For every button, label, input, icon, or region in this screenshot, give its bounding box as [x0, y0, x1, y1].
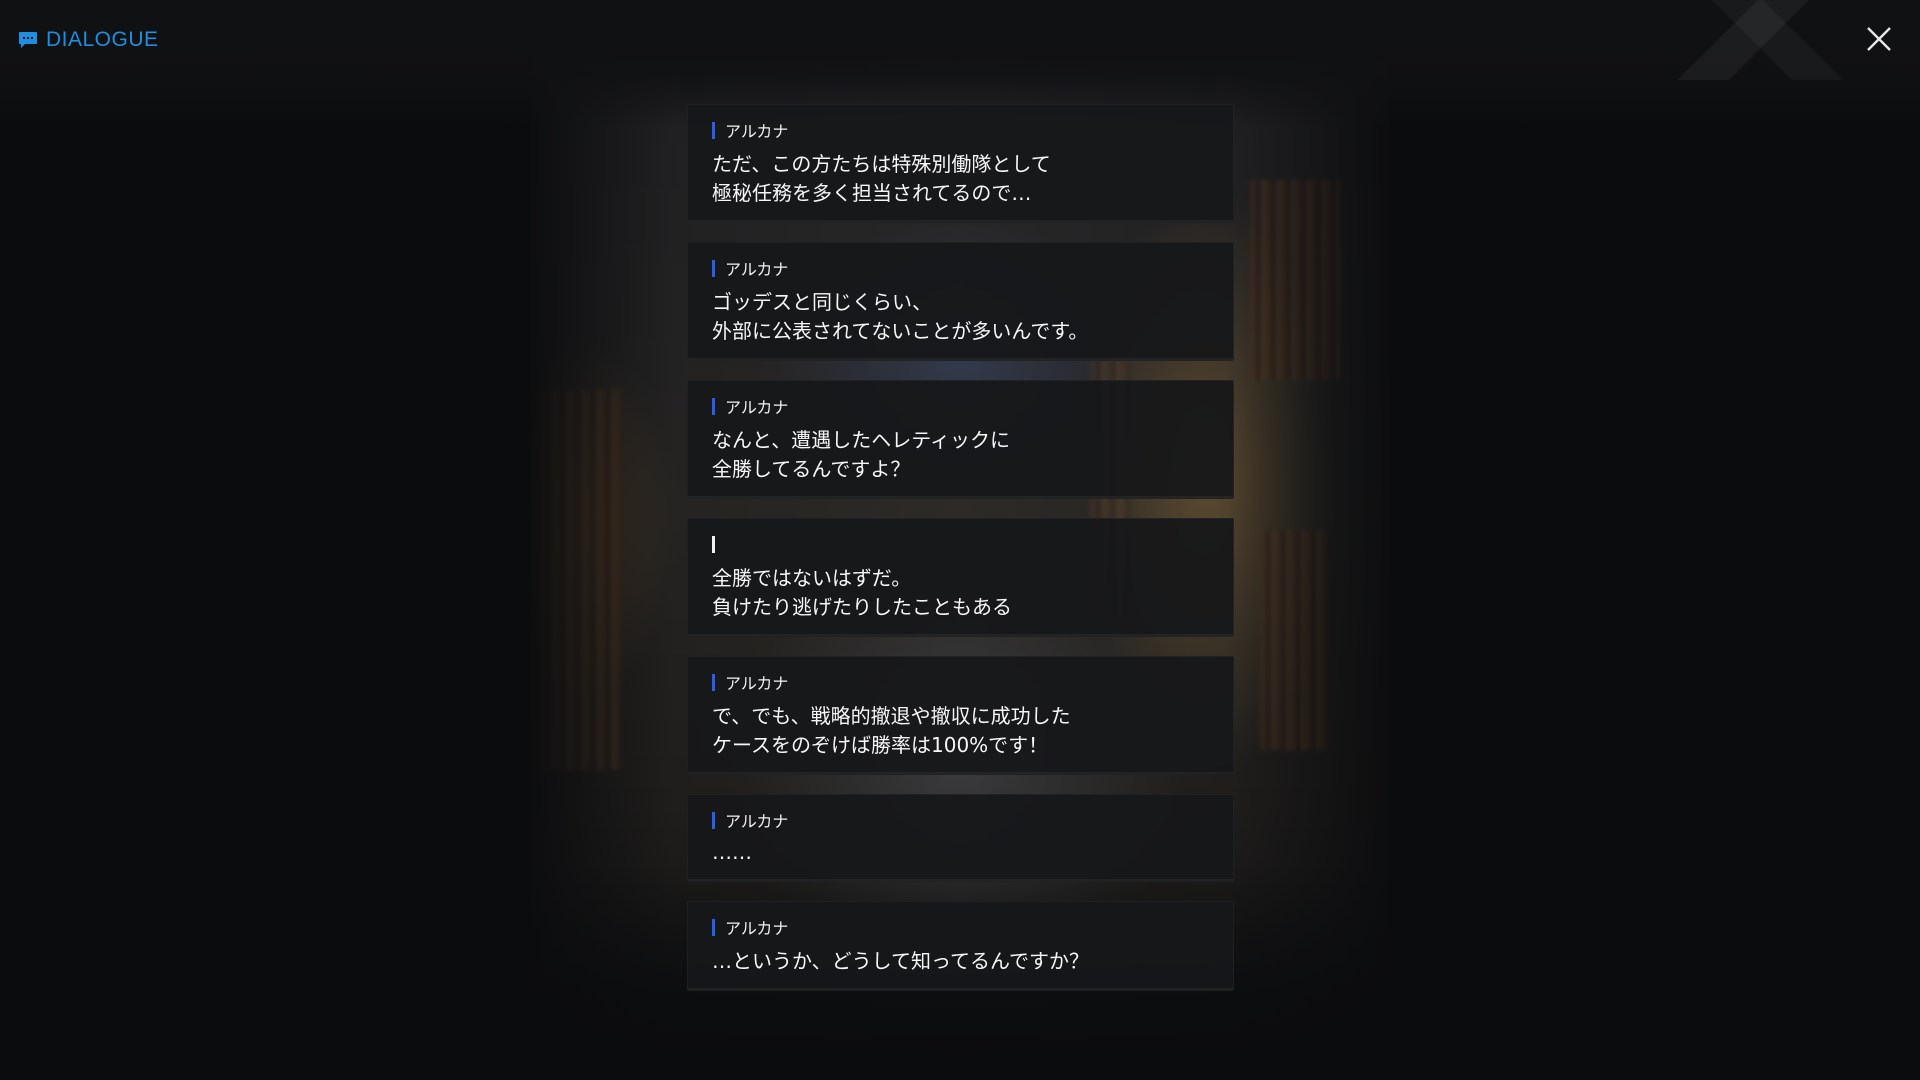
header-decoration: [1620, 0, 1880, 80]
speaker-marker: [712, 673, 715, 691]
dialogue-list[interactable]: アルカナ ただ、この方たちは特殊別働隊として 極秘任務を多く担当されてるので… …: [687, 104, 1234, 1010]
speaker-marker: [712, 811, 715, 829]
dialogue-line: ……: [712, 840, 752, 864]
dialogue-entry: アルカナ ……: [687, 794, 1234, 882]
dialogue-entry: アルカナ ゴッデスと同じくらい、 外部に公表されてないことが多いんです。: [687, 242, 1234, 361]
dialogue-line: 極秘任務を多く担当されてるので…: [712, 181, 1032, 205]
close-button[interactable]: [1864, 24, 1894, 54]
close-icon: [1867, 27, 1891, 51]
dialogue-entry: アルカナ ただ、この方たちは特殊別働隊として 極秘任務を多く担当されてるので…: [687, 104, 1234, 223]
speaker-name: アルカナ: [725, 919, 789, 938]
dialogue-entry: アルカナ なんと、遭遇したヘレティックに 全勝してるんですよ？: [687, 380, 1234, 499]
speaker-row: アルカナ: [712, 917, 1209, 938]
dialogue-line: ただ、この方たちは特殊別働隊として: [712, 152, 1051, 176]
dialogue-line: 負けたり逃げたりしたこともある: [712, 595, 1012, 619]
player-marker: [712, 535, 715, 553]
dialogue-log-screen: DIALOGUE アルカナ ただ、この方たちは特殊別働隊として 極秘任務を多く担…: [0, 0, 1920, 1080]
dialogue-entry-player: 全勝ではないはずだ。 負けたり逃げたりしたこともある: [687, 518, 1234, 637]
speaker-name: アルカナ: [725, 398, 789, 417]
page-title: DIALOGUE: [46, 28, 159, 51]
speaker-row: アルカナ: [712, 120, 1209, 141]
speaker-marker: [712, 121, 715, 139]
dialogue-line: 全勝してるんですよ？: [712, 457, 911, 481]
speaker-name: アルカナ: [725, 260, 789, 279]
dialogue-entry: アルカナ …というか、どうして知ってるんですか？: [687, 901, 1234, 991]
dialogue-header: DIALOGUE: [18, 28, 159, 52]
speaker-row: アルカナ: [712, 810, 1209, 831]
dialogue-line: 外部に公表されてないことが多いんです。: [712, 319, 1089, 343]
dialogue-line: なんと、遭遇したヘレティックに: [712, 428, 1010, 452]
speaker-marker: [712, 259, 715, 277]
speaker-row: アルカナ: [712, 672, 1209, 693]
speaker-name: アルカナ: [725, 812, 789, 831]
dialogue-line: …というか、どうして知ってるんですか？: [712, 949, 1089, 973]
speaker-name: アルカナ: [725, 122, 789, 141]
chat-bubble-icon: [19, 32, 37, 48]
speaker-row: アルカナ: [712, 258, 1209, 279]
speaker-marker: [712, 918, 715, 936]
dialogue-line: ケースをのぞけば勝率は100%です！: [712, 733, 1049, 757]
speaker-row: [712, 534, 1209, 554]
speaker-row: アルカナ: [712, 396, 1209, 417]
dialogue-line: ゴッデスと同じくらい、: [712, 290, 932, 314]
dialogue-entry: アルカナ で、でも、戦略的撤退や撤収に成功した ケースをのぞけば勝率は100%で…: [687, 656, 1234, 775]
speaker-name: アルカナ: [725, 674, 789, 693]
dialogue-line: 全勝ではないはずだ。: [712, 566, 912, 590]
speaker-marker: [712, 397, 715, 415]
dialogue-line: で、でも、戦略的撤退や撤収に成功した: [712, 704, 1071, 728]
